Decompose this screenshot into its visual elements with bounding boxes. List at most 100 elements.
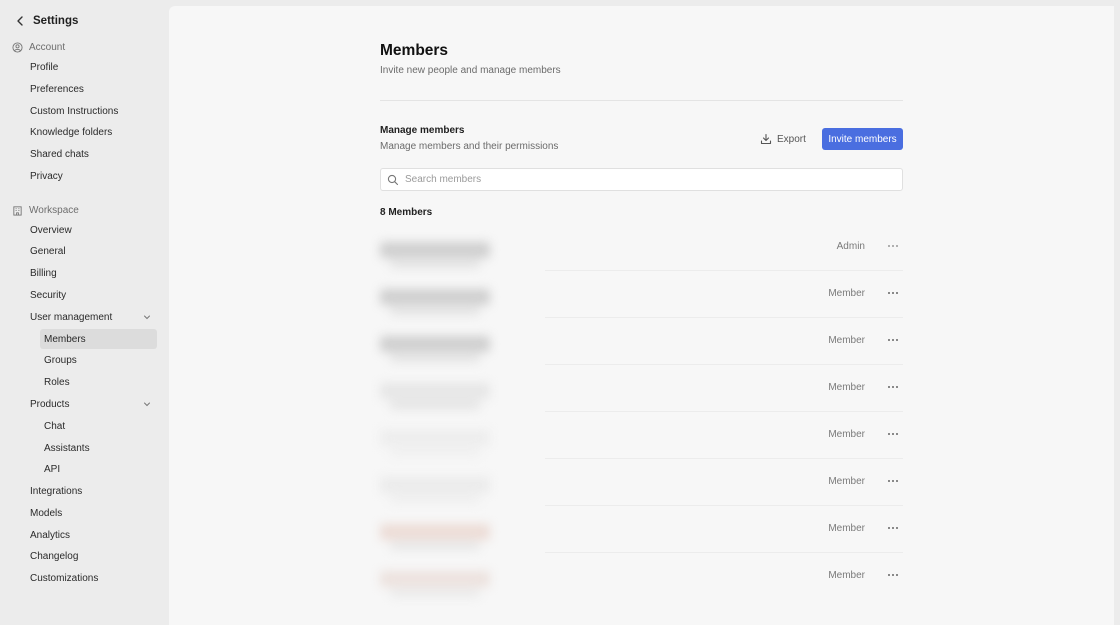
sidebar-item-label: Profile [30, 61, 59, 73]
workspace-section-label: Workspace [29, 204, 79, 216]
sidebar-item-overview[interactable]: Overview [30, 220, 157, 240]
member-identity-redacted [370, 418, 540, 462]
sidebar-item-label: Security [30, 289, 67, 301]
sidebar-item-security[interactable]: Security [30, 285, 157, 305]
sidebar-item-label: Shared chats [30, 148, 89, 160]
sidebar-item-profile[interactable]: Profile [30, 57, 157, 77]
more-options-icon[interactable] [885, 426, 901, 442]
member-identity-redacted [370, 465, 540, 509]
sidebar-item-label: API [44, 463, 61, 475]
sidebar-item-preferences[interactable]: Preferences [30, 79, 157, 99]
member-role[interactable]: Admin [837, 241, 865, 252]
member-row: Member [370, 365, 903, 412]
member-identity-redacted [370, 559, 540, 603]
sidebar-item-label: Chat [44, 420, 66, 432]
sidebar-item-label: Customizations [30, 572, 99, 584]
sidebar-item-products[interactable]: Products [30, 394, 157, 414]
chevron-down-icon [144, 315, 150, 320]
sidebar-item-label: Products [30, 398, 70, 410]
export-label: Export [777, 133, 806, 145]
sidebar-item-members[interactable]: Members [40, 329, 157, 349]
member-role[interactable]: Member [828, 429, 865, 440]
sidebar-item-label: Members [44, 333, 86, 345]
chevron-down-icon [144, 402, 150, 407]
sidebar-item-groups[interactable]: Groups [40, 350, 157, 370]
sidebar-item-label: Groups [44, 354, 77, 366]
sidebar-item-label: Analytics [30, 529, 71, 541]
sidebar-item-customizations[interactable]: Customizations [30, 568, 157, 588]
settings-sidebar: Settings Account Profile Preferences Cus… [0, 0, 169, 625]
page-subtitle: Invite new people and manage members [380, 65, 561, 76]
sidebar-item-label: Billing [30, 267, 57, 279]
more-options-icon[interactable] [885, 567, 901, 583]
sidebar-item-label: User management [30, 311, 113, 323]
manage-members-subtitle: Manage members and their permissions [380, 141, 559, 152]
sidebar-item-label: Knowledge folders [30, 126, 113, 138]
more-options-icon[interactable] [885, 238, 901, 254]
member-identity-redacted [370, 324, 540, 368]
sidebar-item-label: Roles [44, 376, 70, 388]
sidebar-item-analytics[interactable]: Analytics [30, 525, 157, 545]
member-role[interactable]: Member [828, 570, 865, 581]
account-section-label: Account [29, 41, 66, 53]
account-section-header: Account [12, 40, 65, 54]
sidebar-item-privacy[interactable]: Privacy [30, 166, 157, 186]
members-list: Admin Member Member Member Member Member… [370, 224, 903, 600]
sidebar-item-assistants[interactable]: Assistants [40, 438, 157, 458]
search-icon [387, 174, 399, 185]
more-options-icon[interactable] [885, 520, 901, 536]
member-identity-redacted [370, 371, 540, 415]
workspace-section-header: Workspace [12, 203, 79, 217]
sidebar-item-roles[interactable]: Roles [40, 372, 157, 392]
member-role[interactable]: Member [828, 382, 865, 393]
members-count: 8 Members [380, 207, 433, 218]
back-to-settings[interactable]: Settings [14, 12, 78, 30]
invite-members-button[interactable]: Invite members [822, 128, 903, 150]
member-identity-redacted [370, 512, 540, 556]
search-input[interactable] [405, 174, 902, 185]
sidebar-item-integrations[interactable]: Integrations [30, 481, 157, 501]
member-row: Member [370, 553, 903, 600]
sidebar-item-label: Models [30, 507, 63, 519]
sidebar-item-label: Changelog [30, 550, 79, 562]
member-identity-redacted [370, 230, 540, 274]
building-icon [13, 205, 22, 216]
sidebar-item-general[interactable]: General [30, 241, 157, 261]
more-options-icon[interactable] [885, 285, 901, 301]
more-options-icon[interactable] [885, 473, 901, 489]
member-role[interactable]: Member [828, 523, 865, 534]
sidebar-item-shared-chats[interactable]: Shared chats [30, 144, 157, 164]
member-role[interactable]: Member [828, 288, 865, 299]
more-options-icon[interactable] [885, 332, 901, 348]
divider [380, 100, 903, 101]
main-panel: Members Invite new people and manage mem… [169, 6, 1114, 625]
sidebar-item-label: Integrations [30, 485, 83, 497]
export-button[interactable]: Export [760, 128, 812, 150]
sidebar-item-label: Overview [30, 224, 72, 236]
sidebar-item-label: Preferences [30, 83, 84, 95]
search-box [380, 168, 903, 191]
sidebar-item-billing[interactable]: Billing [30, 263, 157, 283]
member-row: Member [370, 271, 903, 318]
member-row: Member [370, 506, 903, 553]
sidebar-item-api[interactable]: API [40, 459, 157, 479]
member-identity-redacted [370, 277, 540, 321]
sidebar-item-chat[interactable]: Chat [40, 416, 157, 436]
member-row: Member [370, 318, 903, 365]
sidebar-item-label: Custom Instructions [30, 105, 119, 117]
sidebar-item-custom-instructions[interactable]: Custom Instructions [30, 101, 157, 121]
chevron-left-icon [14, 15, 26, 27]
page-title: Members [380, 42, 449, 59]
user-circle-icon [12, 41, 23, 53]
member-role[interactable]: Member [828, 335, 865, 346]
sidebar-item-knowledge-folders[interactable]: Knowledge folders [30, 122, 157, 142]
more-options-icon[interactable] [885, 379, 901, 395]
sidebar-item-models[interactable]: Models [30, 503, 157, 523]
sidebar-item-label: General [30, 245, 66, 257]
manage-members-title: Manage members [380, 125, 465, 136]
sidebar-item-user-management[interactable]: User management [30, 307, 157, 327]
member-role[interactable]: Member [828, 476, 865, 487]
sidebar-item-label: Privacy [30, 170, 63, 182]
member-row: Admin [370, 224, 903, 271]
sidebar-item-changelog[interactable]: Changelog [30, 546, 157, 566]
